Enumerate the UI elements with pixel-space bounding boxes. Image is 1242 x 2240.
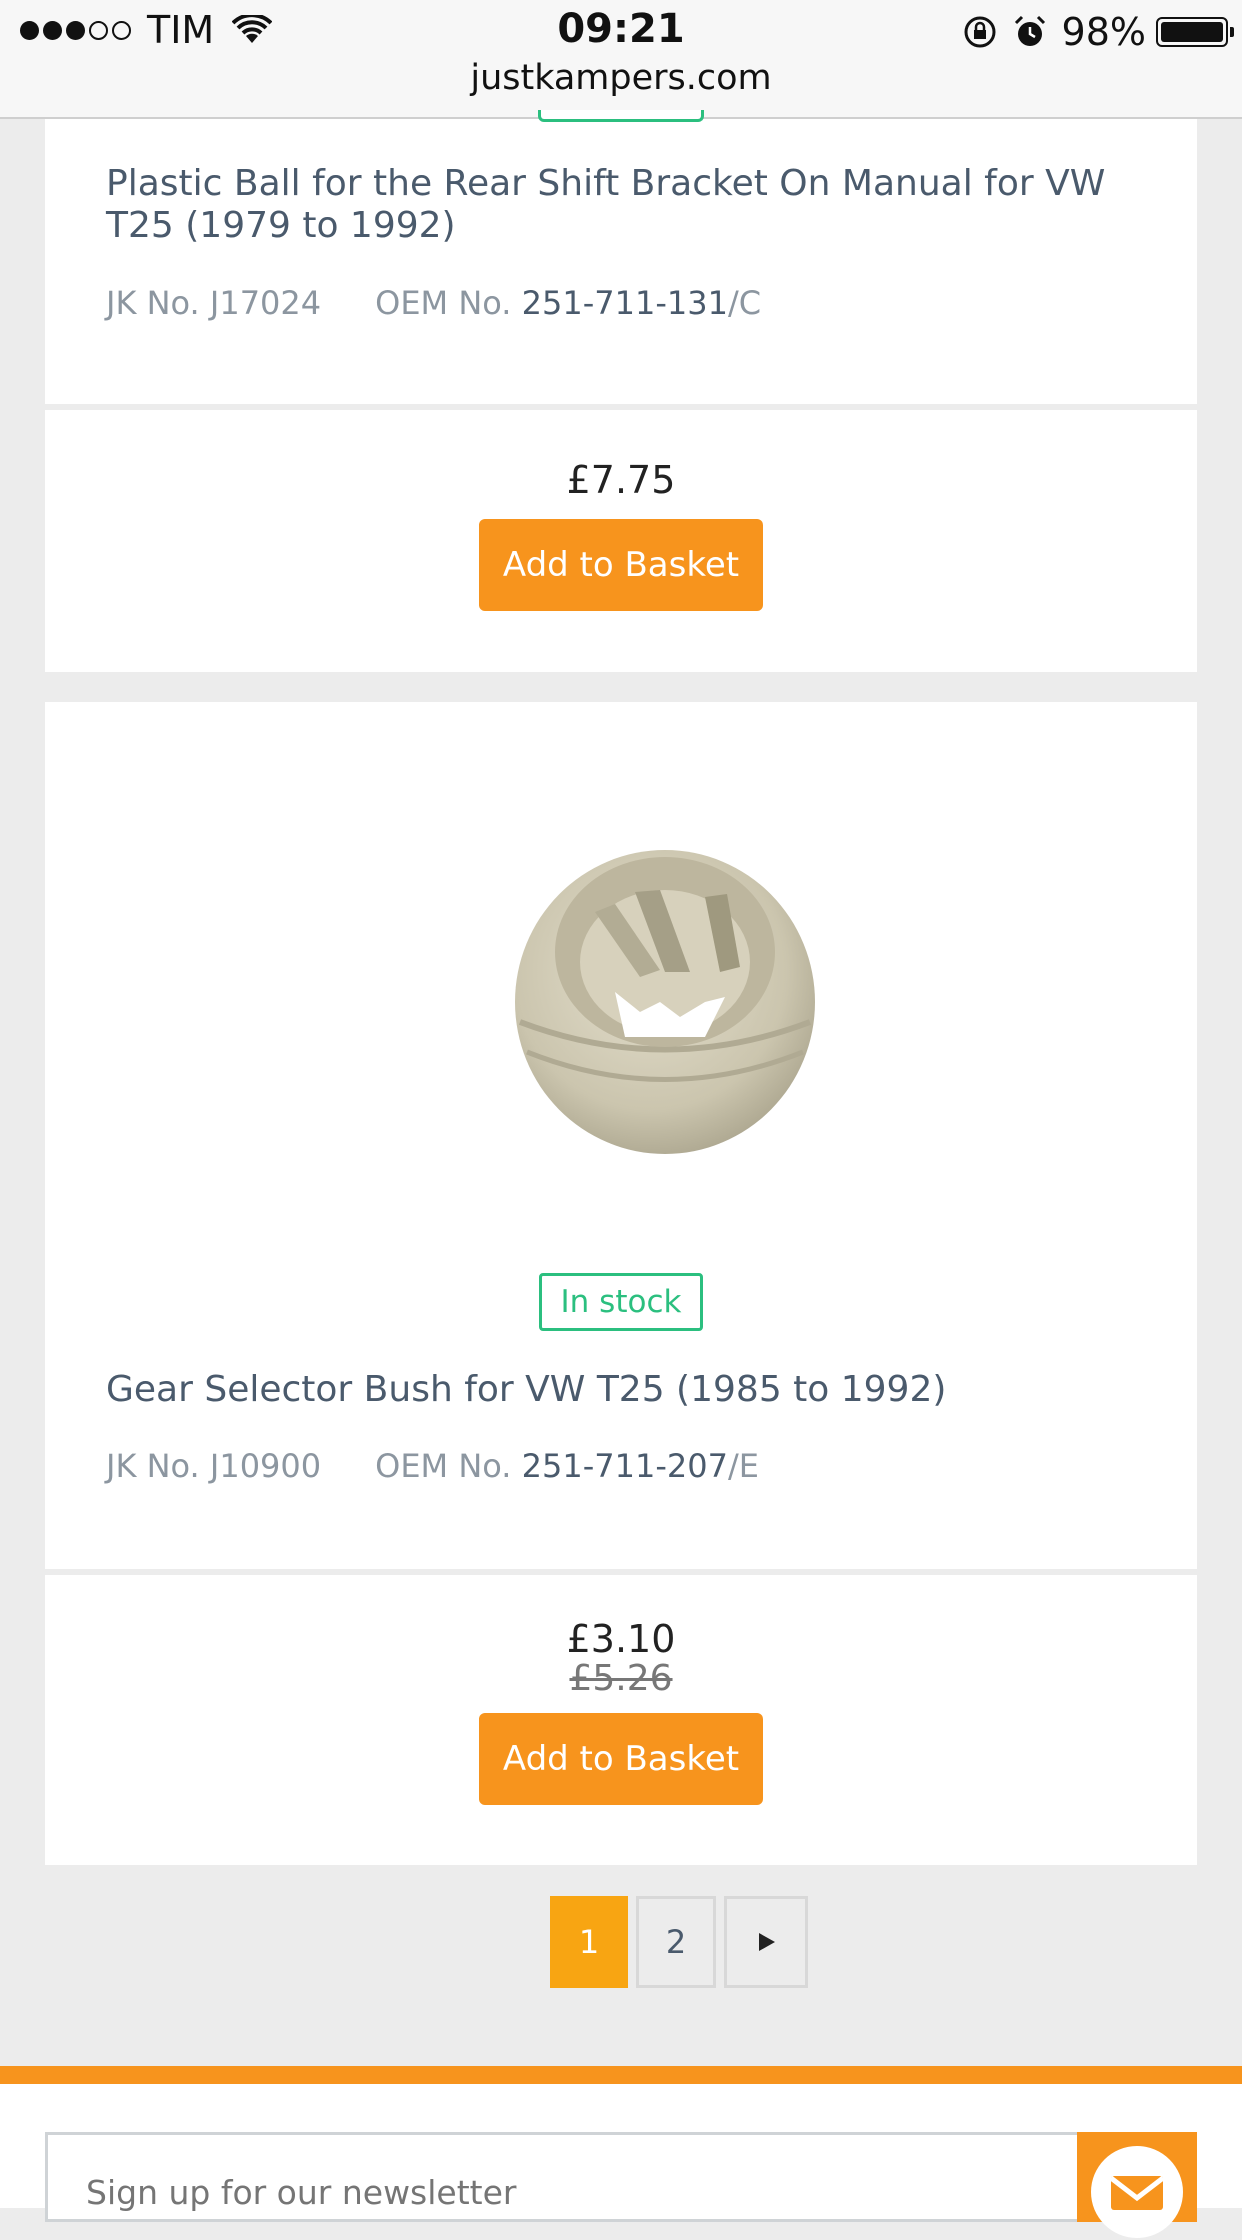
price-block: £7.75 — [45, 458, 1197, 502]
product-title[interactable]: Gear Selector Bush for VW T25 (1985 to 1… — [106, 1369, 1136, 1411]
oem-suffix: /E — [727, 1447, 759, 1485]
price: £3.10 — [566, 1617, 676, 1661]
price-block: £3.10 £5.26 — [45, 1617, 1197, 1697]
product-meta: JK No. J17024 OEM No. 251-711-131/C — [106, 284, 761, 322]
product-card-info: Plastic Ball for the Rear Shift Bracket … — [45, 119, 1197, 407]
product-card-price: £7.75 Add to Basket — [45, 410, 1197, 672]
newsletter-submit-button[interactable] — [1077, 2132, 1197, 2238]
product-meta: JK No. J10900 OEM No. 251-711-207/E — [106, 1447, 759, 1485]
jk-number: J17024 — [209, 284, 322, 322]
product-card-price: £3.10 £5.26 Add to Basket — [45, 1575, 1197, 1865]
product-card-info: In stock Gear Selector Bush for VW T25 (… — [45, 702, 1197, 1572]
browser-chrome: TIM 09:21 98% justkampers.com — [0, 0, 1242, 119]
jk-label: JK No. — [106, 1447, 200, 1485]
rotation-lock-icon — [964, 16, 996, 48]
product-image[interactable] — [465, 802, 925, 1182]
add-to-basket-button[interactable]: Add to Basket — [479, 519, 763, 611]
oem-label: OEM No. — [375, 284, 512, 322]
alarm-icon — [1014, 15, 1045, 46]
next-page-button[interactable] — [724, 1896, 808, 1988]
play-arrow-icon — [759, 1933, 775, 1951]
oem-label: OEM No. — [375, 1447, 512, 1485]
oem-number: 251-711-207 — [521, 1447, 728, 1485]
pagination: 1 2 — [550, 1896, 816, 1988]
envelope-icon — [1091, 2146, 1183, 2238]
oem-suffix: /C — [727, 284, 762, 322]
stock-badge-partial — [538, 110, 704, 122]
oem-number: 251-711-131 — [521, 284, 728, 322]
url-bar[interactable]: justkampers.com — [0, 58, 1242, 98]
add-to-basket-button[interactable]: Add to Basket — [479, 1713, 763, 1805]
footer — [0, 2084, 1242, 2238]
footer-stripe — [0, 2066, 1242, 2084]
battery-percent: 98% — [1061, 10, 1146, 54]
old-price: £5.26 — [569, 1658, 673, 1699]
page-2-button[interactable]: 2 — [636, 1896, 716, 1988]
product-title[interactable]: Plastic Ball for the Rear Shift Bracket … — [106, 163, 1136, 247]
jk-label: JK No. — [106, 284, 200, 322]
status-right: 98% — [962, 10, 1234, 54]
stock-badge: In stock — [539, 1273, 703, 1331]
battery-icon — [1156, 17, 1234, 47]
page-1-button[interactable]: 1 — [550, 1896, 628, 1988]
price: £7.75 — [566, 458, 676, 502]
newsletter-input[interactable] — [45, 2132, 1077, 2222]
jk-number: J10900 — [209, 1447, 322, 1485]
